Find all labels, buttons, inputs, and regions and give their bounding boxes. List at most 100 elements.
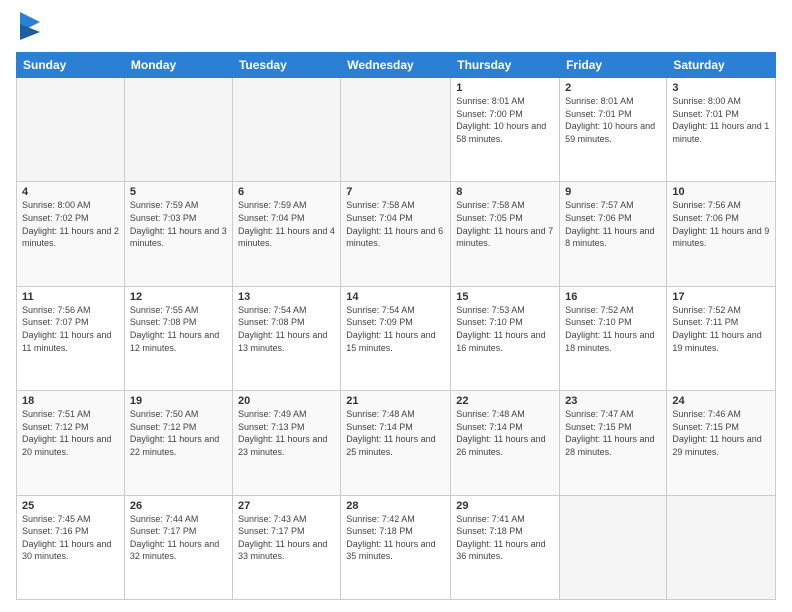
- calendar-cell: [124, 78, 232, 182]
- day-number: 24: [672, 395, 770, 407]
- day-number: 2: [565, 82, 661, 94]
- day-info: Sunrise: 7:46 AMSunset: 7:15 PMDaylight:…: [672, 408, 770, 458]
- calendar-cell: 29Sunrise: 7:41 AMSunset: 7:18 PMDayligh…: [451, 495, 560, 599]
- day-info: Sunrise: 8:00 AMSunset: 7:02 PMDaylight:…: [22, 199, 119, 249]
- calendar-cell: 26Sunrise: 7:44 AMSunset: 7:17 PMDayligh…: [124, 495, 232, 599]
- weekday-tuesday: Tuesday: [232, 53, 340, 78]
- day-number: 6: [238, 186, 335, 198]
- day-info: Sunrise: 7:49 AMSunset: 7:13 PMDaylight:…: [238, 408, 335, 458]
- day-number: 26: [130, 500, 227, 512]
- weekday-sunday: Sunday: [17, 53, 125, 78]
- day-info: Sunrise: 7:59 AMSunset: 7:03 PMDaylight:…: [130, 199, 227, 249]
- day-info: Sunrise: 7:52 AMSunset: 7:10 PMDaylight:…: [565, 304, 661, 354]
- day-number: 16: [565, 291, 661, 303]
- day-number: 20: [238, 395, 335, 407]
- day-info: Sunrise: 7:56 AMSunset: 7:07 PMDaylight:…: [22, 304, 119, 354]
- day-info: Sunrise: 7:41 AMSunset: 7:18 PMDaylight:…: [456, 513, 554, 563]
- weekday-friday: Friday: [560, 53, 667, 78]
- day-number: 17: [672, 291, 770, 303]
- day-info: Sunrise: 7:54 AMSunset: 7:09 PMDaylight:…: [346, 304, 445, 354]
- calendar-cell: 27Sunrise: 7:43 AMSunset: 7:17 PMDayligh…: [232, 495, 340, 599]
- calendar-cell: 16Sunrise: 7:52 AMSunset: 7:10 PMDayligh…: [560, 286, 667, 390]
- calendar-cell: [341, 78, 451, 182]
- calendar-cell: 3Sunrise: 8:00 AMSunset: 7:01 PMDaylight…: [667, 78, 776, 182]
- day-info: Sunrise: 7:57 AMSunset: 7:06 PMDaylight:…: [565, 199, 661, 249]
- day-info: Sunrise: 7:44 AMSunset: 7:17 PMDaylight:…: [130, 513, 227, 563]
- calendar-cell: 11Sunrise: 7:56 AMSunset: 7:07 PMDayligh…: [17, 286, 125, 390]
- day-info: Sunrise: 7:58 AMSunset: 7:04 PMDaylight:…: [346, 199, 445, 249]
- calendar-cell: 22Sunrise: 7:48 AMSunset: 7:14 PMDayligh…: [451, 391, 560, 495]
- week-row-2: 4Sunrise: 8:00 AMSunset: 7:02 PMDaylight…: [17, 182, 776, 286]
- logo: [16, 12, 40, 44]
- day-info: Sunrise: 8:01 AMSunset: 7:01 PMDaylight:…: [565, 95, 661, 145]
- day-info: Sunrise: 7:52 AMSunset: 7:11 PMDaylight:…: [672, 304, 770, 354]
- calendar-cell: 20Sunrise: 7:49 AMSunset: 7:13 PMDayligh…: [232, 391, 340, 495]
- day-number: 23: [565, 395, 661, 407]
- weekday-thursday: Thursday: [451, 53, 560, 78]
- day-number: 11: [22, 291, 119, 303]
- day-info: Sunrise: 7:53 AMSunset: 7:10 PMDaylight:…: [456, 304, 554, 354]
- logo-icon: [20, 12, 40, 44]
- day-info: Sunrise: 7:56 AMSunset: 7:06 PMDaylight:…: [672, 199, 770, 249]
- day-number: 8: [456, 186, 554, 198]
- day-info: Sunrise: 7:45 AMSunset: 7:16 PMDaylight:…: [22, 513, 119, 563]
- day-number: 14: [346, 291, 445, 303]
- day-number: 4: [22, 186, 119, 198]
- weekday-monday: Monday: [124, 53, 232, 78]
- day-number: 10: [672, 186, 770, 198]
- day-info: Sunrise: 7:48 AMSunset: 7:14 PMDaylight:…: [456, 408, 554, 458]
- calendar-cell: 13Sunrise: 7:54 AMSunset: 7:08 PMDayligh…: [232, 286, 340, 390]
- calendar-cell: 19Sunrise: 7:50 AMSunset: 7:12 PMDayligh…: [124, 391, 232, 495]
- calendar-cell: 12Sunrise: 7:55 AMSunset: 7:08 PMDayligh…: [124, 286, 232, 390]
- day-number: 9: [565, 186, 661, 198]
- week-row-4: 18Sunrise: 7:51 AMSunset: 7:12 PMDayligh…: [17, 391, 776, 495]
- day-info: Sunrise: 7:55 AMSunset: 7:08 PMDaylight:…: [130, 304, 227, 354]
- calendar-cell: 8Sunrise: 7:58 AMSunset: 7:05 PMDaylight…: [451, 182, 560, 286]
- calendar-cell: [667, 495, 776, 599]
- calendar-cell: 2Sunrise: 8:01 AMSunset: 7:01 PMDaylight…: [560, 78, 667, 182]
- week-row-3: 11Sunrise: 7:56 AMSunset: 7:07 PMDayligh…: [17, 286, 776, 390]
- day-number: 7: [346, 186, 445, 198]
- calendar-cell: 14Sunrise: 7:54 AMSunset: 7:09 PMDayligh…: [341, 286, 451, 390]
- calendar-cell: 24Sunrise: 7:46 AMSunset: 7:15 PMDayligh…: [667, 391, 776, 495]
- calendar-cell: [560, 495, 667, 599]
- day-number: 12: [130, 291, 227, 303]
- week-row-5: 25Sunrise: 7:45 AMSunset: 7:16 PMDayligh…: [17, 495, 776, 599]
- weekday-saturday: Saturday: [667, 53, 776, 78]
- day-info: Sunrise: 7:59 AMSunset: 7:04 PMDaylight:…: [238, 199, 335, 249]
- day-number: 1: [456, 82, 554, 94]
- weekday-wednesday: Wednesday: [341, 53, 451, 78]
- calendar-cell: 6Sunrise: 7:59 AMSunset: 7:04 PMDaylight…: [232, 182, 340, 286]
- calendar-cell: 5Sunrise: 7:59 AMSunset: 7:03 PMDaylight…: [124, 182, 232, 286]
- day-number: 28: [346, 500, 445, 512]
- page: SundayMondayTuesdayWednesdayThursdayFrid…: [0, 0, 792, 612]
- calendar-cell: 23Sunrise: 7:47 AMSunset: 7:15 PMDayligh…: [560, 391, 667, 495]
- day-info: Sunrise: 7:42 AMSunset: 7:18 PMDaylight:…: [346, 513, 445, 563]
- calendar-cell: [17, 78, 125, 182]
- day-info: Sunrise: 7:58 AMSunset: 7:05 PMDaylight:…: [456, 199, 554, 249]
- day-info: Sunrise: 7:47 AMSunset: 7:15 PMDaylight:…: [565, 408, 661, 458]
- day-number: 13: [238, 291, 335, 303]
- day-number: 5: [130, 186, 227, 198]
- day-number: 29: [456, 500, 554, 512]
- calendar-table: SundayMondayTuesdayWednesdayThursdayFrid…: [16, 52, 776, 600]
- calendar-cell: 21Sunrise: 7:48 AMSunset: 7:14 PMDayligh…: [341, 391, 451, 495]
- day-number: 25: [22, 500, 119, 512]
- day-info: Sunrise: 7:43 AMSunset: 7:17 PMDaylight:…: [238, 513, 335, 563]
- calendar-cell: 28Sunrise: 7:42 AMSunset: 7:18 PMDayligh…: [341, 495, 451, 599]
- day-number: 18: [22, 395, 119, 407]
- calendar-cell: 10Sunrise: 7:56 AMSunset: 7:06 PMDayligh…: [667, 182, 776, 286]
- day-number: 3: [672, 82, 770, 94]
- calendar-cell: 7Sunrise: 7:58 AMSunset: 7:04 PMDaylight…: [341, 182, 451, 286]
- calendar-cell: 4Sunrise: 8:00 AMSunset: 7:02 PMDaylight…: [17, 182, 125, 286]
- day-info: Sunrise: 8:01 AMSunset: 7:00 PMDaylight:…: [456, 95, 554, 145]
- day-info: Sunrise: 8:00 AMSunset: 7:01 PMDaylight:…: [672, 95, 770, 145]
- calendar-cell: 17Sunrise: 7:52 AMSunset: 7:11 PMDayligh…: [667, 286, 776, 390]
- day-number: 22: [456, 395, 554, 407]
- header: [16, 12, 776, 44]
- day-number: 15: [456, 291, 554, 303]
- day-number: 19: [130, 395, 227, 407]
- calendar-cell: 25Sunrise: 7:45 AMSunset: 7:16 PMDayligh…: [17, 495, 125, 599]
- day-info: Sunrise: 7:48 AMSunset: 7:14 PMDaylight:…: [346, 408, 445, 458]
- day-info: Sunrise: 7:51 AMSunset: 7:12 PMDaylight:…: [22, 408, 119, 458]
